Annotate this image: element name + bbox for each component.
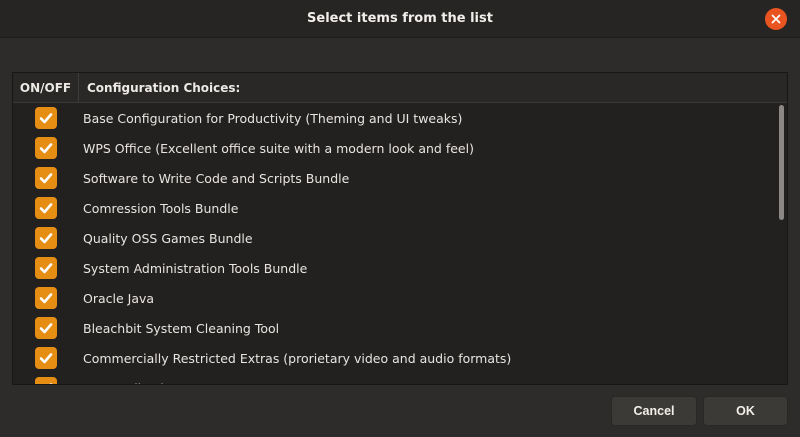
checkmark-icon: [39, 143, 53, 154]
item-checkbox[interactable]: [35, 377, 57, 384]
checkmark-icon: [49, 383, 53, 384]
close-icon: [771, 14, 781, 24]
list-rows: Base Configuration for Productivity (The…: [13, 103, 787, 385]
list-item[interactable]: Commercially Restricted Extras (prorieta…: [13, 343, 787, 373]
checkmark-icon: [39, 233, 53, 244]
column-header-choices[interactable]: Configuration Choices:: [79, 73, 787, 102]
close-button[interactable]: [765, 8, 787, 30]
list-item[interactable]: Oracle Java: [13, 283, 787, 313]
item-checkbox[interactable]: [35, 257, 57, 279]
item-label: Base Configuration for Productivity (The…: [83, 110, 463, 126]
list-item[interactable]: System Administration Tools Bundle: [13, 253, 787, 283]
checkbox-cell: [13, 137, 79, 159]
item-checkbox[interactable]: [35, 197, 57, 219]
item-checkbox[interactable]: [35, 287, 57, 309]
list-item[interactable]: VLC Media Player: [13, 373, 787, 385]
column-header-onoff[interactable]: ON/OFF: [13, 73, 79, 102]
title-bar: Select items from the list: [0, 0, 800, 38]
list-item[interactable]: Comression Tools Bundle: [13, 193, 787, 223]
list-header: ON/OFF Configuration Choices:: [13, 73, 787, 103]
item-label: Commercially Restricted Extras (prorieta…: [83, 350, 512, 366]
checkbox-cell: [13, 347, 79, 369]
cancel-button[interactable]: Cancel: [611, 396, 697, 426]
ok-button[interactable]: OK: [703, 396, 788, 426]
checkmark-icon: [39, 263, 53, 274]
item-label: WPS Office (Excellent office suite with …: [83, 140, 474, 156]
list-item[interactable]: Software to Write Code and Scripts Bundl…: [13, 163, 787, 193]
item-checkbox[interactable]: [35, 317, 57, 339]
item-checkbox[interactable]: [35, 107, 57, 129]
checkbox-cell: [13, 167, 79, 189]
list-item[interactable]: WPS Office (Excellent office suite with …: [13, 133, 787, 163]
list-item[interactable]: Bleachbit System Cleaning Tool: [13, 313, 787, 343]
item-label: Oracle Java: [83, 290, 155, 306]
item-checkbox[interactable]: [35, 137, 57, 159]
item-label: System Administration Tools Bundle: [83, 260, 308, 276]
checkbox-cell: [13, 287, 79, 309]
checkbox-cell: [13, 107, 79, 129]
item-label: Software to Write Code and Scripts Bundl…: [83, 170, 350, 186]
item-checkbox[interactable]: [35, 227, 57, 249]
checkbox-cell: [13, 257, 79, 279]
checkbox-cell: [13, 377, 79, 384]
checkmark-icon: [39, 113, 53, 124]
item-label: Bleachbit System Cleaning Tool: [83, 320, 280, 336]
item-checkbox[interactable]: [35, 167, 57, 189]
checkmark-icon: [39, 203, 53, 214]
scrollbar[interactable]: [779, 105, 784, 220]
checkbox-cell: [13, 197, 79, 219]
item-label: Comression Tools Bundle: [83, 200, 239, 216]
checkmark-icon: [39, 353, 53, 364]
item-label: VLC Media Player: [79, 381, 192, 385]
checklist: ON/OFF Configuration Choices: Base Confi…: [12, 72, 788, 385]
checkbox-cell: [13, 317, 79, 339]
list-item[interactable]: Quality OSS Games Bundle: [13, 223, 787, 253]
item-checkbox[interactable]: [35, 347, 57, 369]
window-title: Select items from the list: [307, 11, 493, 26]
item-label: Quality OSS Games Bundle: [83, 230, 253, 246]
checkmark-icon: [39, 293, 53, 304]
checkmark-icon: [39, 173, 53, 184]
checkmark-icon: [39, 323, 53, 334]
checkbox-cell: [13, 227, 79, 249]
list-item[interactable]: Base Configuration for Productivity (The…: [13, 103, 787, 133]
